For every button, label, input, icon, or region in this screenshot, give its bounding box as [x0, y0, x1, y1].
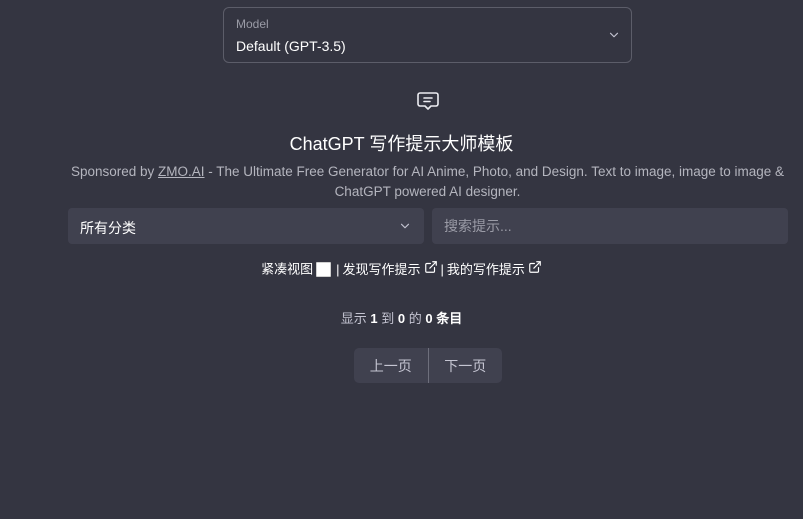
count-total: 0 — [425, 311, 433, 326]
discover-prompts-link[interactable]: 发现写作提示 — [342, 261, 437, 278]
separator: | — [440, 261, 444, 277]
my-prompts-link[interactable]: 我的写作提示 — [446, 261, 542, 278]
external-link-icon — [529, 261, 541, 273]
count-of-word: 的 — [405, 311, 426, 326]
next-page-button[interactable]: 下一页 — [429, 348, 503, 383]
prev-page-button[interactable]: 上一页 — [354, 348, 428, 383]
sponsor-text: Sponsored by ZMO.AI - The Ultimate Free … — [60, 162, 795, 202]
sponsor-link[interactable]: ZMO.AI — [158, 164, 205, 179]
category-select[interactable]: 所有分类 — [68, 208, 424, 244]
search-input[interactable] — [432, 208, 788, 244]
sponsor-prefix: Sponsored by — [70, 164, 158, 179]
separator: | — [336, 261, 340, 277]
model-select[interactable]: Model Default (GPT-3.5) — [223, 7, 632, 63]
model-value: Default (GPT-3.5) — [236, 38, 346, 54]
chevron-down-icon — [400, 223, 410, 229]
links-row: 紧凑视图 | 发现写作提示 | 我的写作提示 — [0, 260, 803, 279]
model-caption: Model — [236, 17, 269, 31]
my-prompts-label: 我的写作提示 — [446, 262, 525, 278]
page-title: ChatGPT 写作提示大师模板 — [289, 134, 514, 154]
discover-prompts-label: 发现写作提示 — [342, 262, 421, 278]
category-value: 所有分类 — [80, 220, 136, 236]
results-count: 显示 1 到 0 的 0 条目 — [0, 308, 803, 327]
compact-view-label: 紧凑视图 — [261, 261, 314, 277]
chevron-down-icon — [609, 32, 619, 38]
compact-view-checkbox[interactable] — [316, 262, 332, 278]
external-link-icon — [424, 261, 437, 273]
count-to-word: 到 — [377, 311, 398, 326]
sponsor-suffix: - The Ultimate Free Generator for AI Ani… — [204, 164, 785, 199]
chat-bubble-icon — [417, 92, 439, 110]
count-prefix: 显示 — [340, 311, 371, 326]
count-from: 1 — [370, 311, 378, 326]
count-unit: 条目 — [432, 311, 463, 326]
pagination: 上一页 下一页 — [354, 348, 502, 383]
